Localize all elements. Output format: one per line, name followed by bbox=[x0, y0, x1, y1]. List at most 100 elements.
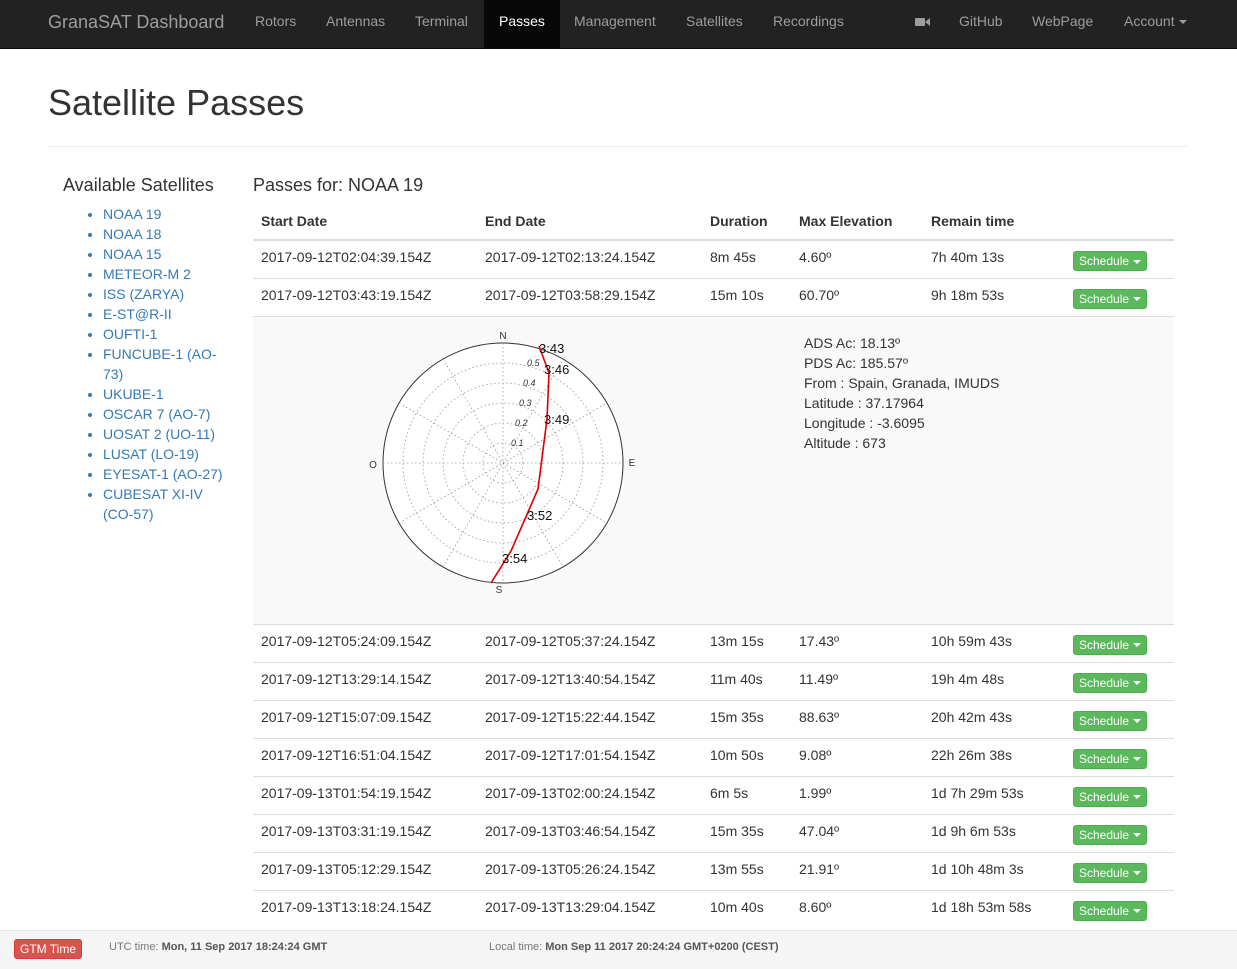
track-time-label: 3:46 bbox=[544, 362, 569, 377]
satellite-link[interactable]: OUFTI-1 bbox=[103, 324, 233, 344]
pass-row[interactable]: 2017-09-12T05:24:09.154Z 2017-09-12T05:37… bbox=[253, 623, 1174, 662]
start-date-cell: 2017-09-13T13:18:24.154Z bbox=[253, 889, 477, 928]
pass-row[interactable]: 2017-09-13T05:12:29.154Z 2017-09-13T05:26… bbox=[253, 851, 1174, 890]
nav-terminal[interactable]: Terminal bbox=[400, 0, 483, 48]
schedule-label: Schedule bbox=[1079, 637, 1130, 652]
schedule-button[interactable]: Schedule bbox=[1073, 672, 1148, 693]
schedule-button[interactable]: Schedule bbox=[1073, 710, 1148, 731]
satellite-link[interactable]: UOSAT 2 (UO-11) bbox=[103, 424, 233, 444]
nav-satellites[interactable]: Satellites bbox=[671, 0, 758, 48]
account-label: Account bbox=[1124, 13, 1175, 29]
satellite-link[interactable]: UKUBE-1 bbox=[103, 384, 233, 404]
action-cell: Schedule bbox=[1065, 889, 1174, 928]
utc-label: UTC time: bbox=[109, 941, 159, 953]
nav-management[interactable]: Management bbox=[559, 0, 671, 48]
action-cell: Schedule bbox=[1065, 775, 1174, 814]
max-elevation-cell: 4.60º bbox=[791, 239, 923, 278]
schedule-button[interactable]: Schedule bbox=[1073, 288, 1148, 309]
nav-github[interactable]: GitHub bbox=[944, 0, 1018, 48]
schedule-button[interactable]: Schedule bbox=[1073, 824, 1148, 845]
pass-info: ADS Ac: 18.13º PDS Ac: 185.57º From : Sp… bbox=[804, 333, 999, 453]
max-elevation-cell: 60.70º bbox=[791, 277, 923, 316]
action-cell: Schedule bbox=[1065, 239, 1174, 278]
nav-antennas[interactable]: Antennas bbox=[311, 0, 400, 48]
satellite-link[interactable]: E-ST@R-II bbox=[103, 304, 233, 324]
video-camera-icon bbox=[915, 18, 930, 27]
pass-row[interactable]: 2017-09-12T02:04:39.154Z 2017-09-12T02:13… bbox=[253, 239, 1174, 278]
end-date-cell: 2017-09-13T13:29:04.154Z bbox=[477, 889, 702, 928]
elevation-ring-label: 0.3 bbox=[519, 398, 532, 408]
info-ads-azimuth: ADS Ac: 18.13º bbox=[804, 334, 901, 351]
satellite-link[interactable]: OSCAR 7 (AO-7) bbox=[103, 404, 233, 424]
track-time-label: 3:49 bbox=[544, 412, 569, 427]
action-cell: Schedule bbox=[1065, 277, 1174, 316]
satellite-link[interactable]: NOAA 15 bbox=[103, 244, 233, 264]
local-time: Local time: Mon Sep 11 2017 20:24:24 GMT… bbox=[489, 941, 779, 953]
satellite-link[interactable]: FUNCUBE-1 (AO-73) bbox=[103, 344, 233, 384]
pass-row[interactable]: 2017-09-13T03:31:19.154Z 2017-09-13T03:46… bbox=[253, 813, 1174, 852]
sidebar-title: Available Satellites bbox=[63, 175, 214, 195]
satellite-link[interactable]: METEOR-M 2 bbox=[103, 264, 233, 284]
duration-cell: 13m 55s bbox=[702, 851, 791, 890]
schedule-button[interactable]: Schedule bbox=[1073, 251, 1148, 271]
remain-time-cell: 19h 4m 48s bbox=[923, 661, 1065, 700]
pass-detail-row: N S E O 0.1 0.2 0.3 0.4 0.5 3:43 3:46 3:49 3:52 3:54 … bbox=[253, 315, 1174, 624]
action-cell: Schedule bbox=[1065, 699, 1174, 738]
caret-down-icon bbox=[1133, 833, 1142, 838]
info-altitude: Altitude : 673 bbox=[804, 434, 886, 451]
direction-east: E bbox=[629, 458, 636, 469]
schedule-label: Schedule bbox=[1079, 751, 1130, 766]
schedule-button[interactable]: Schedule bbox=[1073, 748, 1148, 769]
schedule-button[interactable]: Schedule bbox=[1073, 900, 1148, 921]
elevation-ring-label: 0.2 bbox=[515, 418, 528, 428]
nav-camera[interactable] bbox=[900, 0, 940, 48]
col-actions bbox=[1065, 202, 1174, 241]
nav-recordings[interactable]: Recordings bbox=[758, 0, 859, 48]
satellite-link[interactable]: NOAA 18 bbox=[103, 224, 233, 244]
info-location: From : Spain, Granada, IMUDS bbox=[804, 374, 1000, 391]
info-pds-azimuth: PDS Ac: 185.57º bbox=[804, 354, 908, 371]
col-start-date: Start Date bbox=[253, 202, 477, 241]
nav-passes[interactable]: Passes bbox=[484, 0, 560, 48]
satellite-link[interactable]: EYESAT-1 (AO-27) bbox=[103, 464, 233, 484]
satellite-link[interactable]: NOAA 19 bbox=[103, 204, 233, 224]
schedule-button[interactable]: Schedule bbox=[1073, 634, 1148, 655]
nav-webpage[interactable]: WebPage bbox=[1017, 0, 1108, 48]
remain-time-cell: 1d 10h 48m 3s bbox=[923, 851, 1065, 890]
gtm-time-button[interactable]: GTM Time bbox=[14, 939, 82, 959]
start-date-cell: 2017-09-12T03:43:19.154Z bbox=[253, 277, 477, 316]
nav-account-dropdown[interactable]: Account bbox=[1109, 0, 1202, 48]
schedule-label: Schedule bbox=[1079, 903, 1130, 918]
max-elevation-cell: 11.49º bbox=[791, 661, 923, 700]
schedule-label: Schedule bbox=[1079, 827, 1130, 842]
end-date-cell: 2017-09-12T15:22:44.154Z bbox=[477, 699, 702, 738]
pass-row[interactable]: 2017-09-13T13:18:24.154Z 2017-09-13T13:29… bbox=[253, 889, 1174, 928]
remain-time-cell: 22h 26m 38s bbox=[923, 737, 1065, 776]
schedule-button[interactable]: Schedule bbox=[1073, 786, 1148, 807]
start-date-cell: 2017-09-12T05:24:09.154Z bbox=[253, 623, 477, 662]
brand-link[interactable]: GranaSAT Dashboard bbox=[48, 12, 224, 33]
footer: GTM Time UTC time: Mon, 11 Sep 2017 18:2… bbox=[0, 930, 1237, 969]
pass-row[interactable]: 2017-09-13T01:54:19.154Z 2017-09-13T02:00… bbox=[253, 775, 1174, 814]
schedule-button[interactable]: Schedule bbox=[1073, 862, 1148, 883]
elevation-ring-label: 0.4 bbox=[523, 378, 536, 388]
action-cell: Schedule bbox=[1065, 737, 1174, 776]
satellite-link[interactable]: ISS (ZARYA) bbox=[103, 284, 233, 304]
schedule-label: Schedule bbox=[1079, 713, 1130, 728]
start-date-cell: 2017-09-13T03:31:19.154Z bbox=[253, 813, 477, 852]
pass-row[interactable]: 2017-09-12T03:43:19.154Z 2017-09-12T03:58… bbox=[253, 277, 1174, 316]
remain-time-cell: 20h 42m 43s bbox=[923, 699, 1065, 738]
local-value: Mon Sep 11 2017 20:24:24 GMT+0200 (CEST) bbox=[545, 941, 779, 953]
duration-cell: 10m 40s bbox=[702, 889, 791, 928]
nav-rotors[interactable]: Rotors bbox=[240, 0, 311, 48]
info-longitude: Longitude : -3.6095 bbox=[804, 414, 925, 431]
pass-row[interactable]: 2017-09-12T16:51:04.154Z 2017-09-12T17:01… bbox=[253, 737, 1174, 776]
remain-time-cell: 9h 18m 53s bbox=[923, 277, 1065, 316]
satellite-link[interactable]: LUSAT (LO-19) bbox=[103, 444, 233, 464]
direction-south: S bbox=[496, 585, 503, 596]
remain-time-cell: 1d 18h 53m 58s bbox=[923, 889, 1065, 928]
pass-row[interactable]: 2017-09-12T15:07:09.154Z 2017-09-12T15:22… bbox=[253, 699, 1174, 738]
pass-row[interactable]: 2017-09-12T13:29:14.154Z 2017-09-12T13:40… bbox=[253, 661, 1174, 700]
caret-down-icon bbox=[1133, 795, 1142, 800]
satellite-link[interactable]: CUBESAT XI-IV (CO-57) bbox=[103, 484, 233, 524]
